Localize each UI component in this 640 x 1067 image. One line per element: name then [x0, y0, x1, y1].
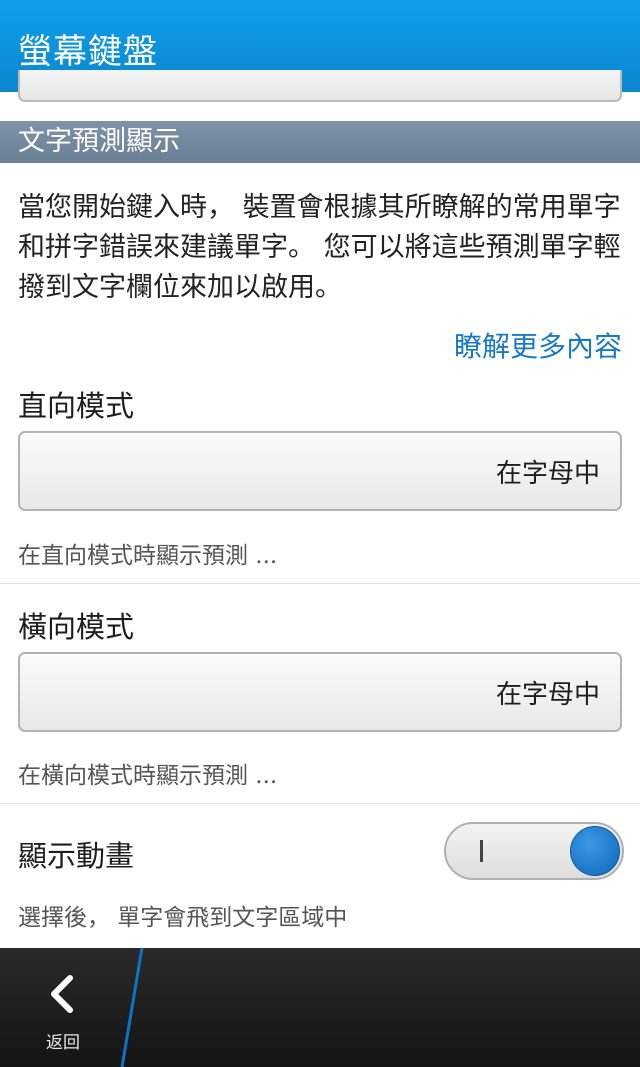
action-bar-divider [120, 948, 144, 1067]
landscape-mode-label: 橫向模式 [18, 610, 135, 644]
portrait-mode-label: 直向模式 [18, 389, 135, 423]
divider [0, 803, 640, 804]
landscape-mode-value: 在字母中 [495, 680, 600, 710]
portrait-mode-hint: 在直向模式時顯示預測 ... [18, 543, 278, 569]
section-description: 當您開始鍵入時， 裝置會根據其所瞭解的常用單字和拼字錯誤來建議單字。 您可以將這… [18, 192, 621, 303]
show-animation-label: 顯示動畫 [18, 839, 135, 873]
learn-more-link[interactable]: 瞭解更多內容 [454, 325, 622, 365]
chevron-left-icon [51, 975, 73, 1013]
show-animation-hint: 選擇後， 單字會飛到文字區域中 [18, 905, 348, 931]
toggle-knob[interactable] [570, 826, 620, 876]
back-label: 返回 [46, 1033, 80, 1053]
section-header: 文字預測顯示 [0, 121, 640, 163]
divider [0, 583, 640, 584]
portrait-mode-value: 在字母中 [495, 459, 600, 489]
page-title: 螢幕鍵盤 [18, 32, 158, 72]
previous-dropdown-edge[interactable] [18, 70, 622, 102]
toggle-on-mark [480, 840, 483, 862]
back-button[interactable]: 返回 [0, 948, 128, 1067]
bottom-action-bar: 返回 [0, 948, 640, 1067]
portrait-mode-dropdown[interactable]: 在字母中 [18, 431, 622, 511]
landscape-mode-hint: 在橫向模式時顯示預測 ... [18, 763, 278, 789]
landscape-mode-dropdown[interactable]: 在字母中 [18, 652, 622, 732]
show-animation-toggle[interactable] [444, 822, 624, 880]
